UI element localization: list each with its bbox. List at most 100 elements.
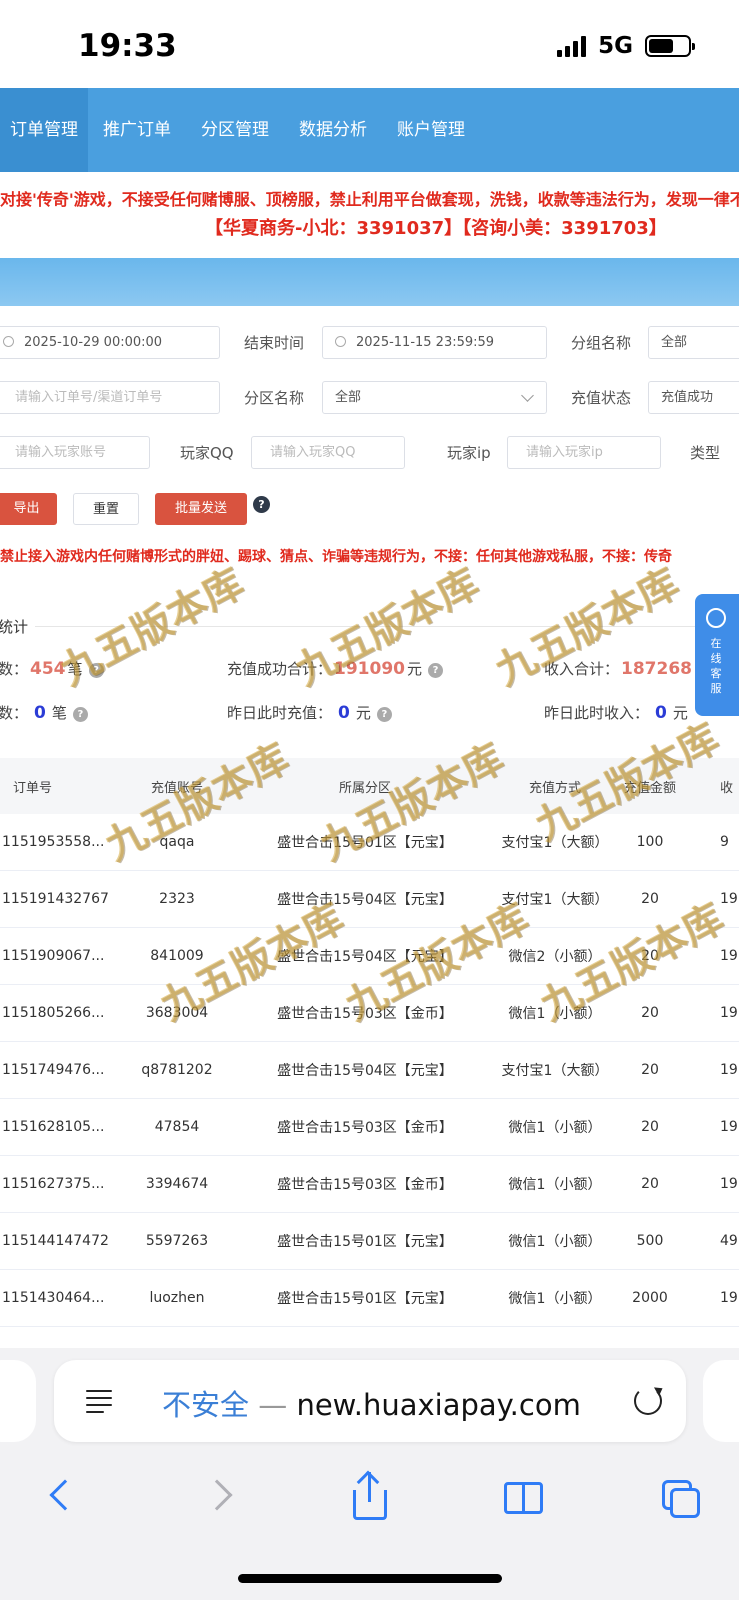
amount-cell: 500 (636, 1233, 664, 1249)
nav-item-promo-orders[interactable]: 推广订单 (88, 88, 186, 172)
zone-cell: 盛世合击15号01区【元宝】 (277, 835, 453, 851)
browser-address-area: 不安全 — new.huaxiapay.com (0, 1348, 739, 1452)
share-button[interactable] (345, 1470, 395, 1522)
account-cell: 3683004 (145, 1005, 209, 1021)
signal-icon (557, 35, 587, 57)
stat-yesterday-recharge: 昨日此时充值： 0 元? (227, 702, 392, 723)
zone-cell: 盛世合击15号04区【元宝】 (277, 892, 453, 908)
income-cell: 19 (720, 1119, 738, 1135)
order-number-cell: 1151627375... (2, 1176, 105, 1192)
column-header[interactable]: 充值账号 (112, 758, 242, 814)
reload-icon[interactable] (634, 1387, 662, 1415)
help-icon[interactable]: ? (428, 663, 444, 678)
qq-label: 玩家QQ (180, 444, 234, 462)
table-row[interactable]: 115144147472 5597263 盛世合击15号01区【元宝】 微信1（小额）… (0, 1213, 739, 1270)
reset-button[interactable]: 重置 (73, 493, 139, 525)
income-cell: 49 (720, 1233, 738, 1249)
income-cell: 9 (720, 834, 729, 850)
ip-label: 玩家ip (447, 444, 491, 462)
contact-text: 【华夏商务-小北：3391037】【咨询小美：3391703】 (205, 218, 667, 239)
column-header[interactable]: 充值金额 (600, 758, 700, 814)
ip-input[interactable]: 请输入玩家ip (507, 436, 661, 469)
order-number-cell: 1151805266... (2, 1005, 105, 1021)
amount-cell: 20 (641, 1119, 659, 1135)
table-row[interactable]: 1151909067... 841009 盛世合击15号04区【元宝】 微信2（小额）… (0, 928, 739, 985)
zone-select[interactable]: 全部 (322, 381, 547, 414)
table-header: 订单号 充值账号 所属分区 充值方式 充值金额 收 (0, 758, 739, 814)
player-account-input[interactable]: 请输入玩家账号 (0, 436, 150, 469)
stat-yesterday-income: 昨日此时收入： 0 元 (544, 703, 688, 723)
status-select[interactable]: 充值成功 (648, 381, 739, 414)
table-row[interactable]: 115191432767 2323 盛世合击15号04区【元宝】 支付宝1（大额） 20… (0, 871, 739, 928)
top-nav: 订单管理 推广订单 分区管理 数据分析 账户管理 (0, 88, 739, 172)
stat-order-count: 数： 454 笔? (0, 658, 104, 679)
account-cell: 47854 (154, 1119, 200, 1135)
group-select[interactable]: 全部 (648, 326, 739, 359)
help-icon[interactable]: ? (72, 707, 88, 722)
column-header[interactable]: 订单号 (0, 758, 112, 814)
batch-send-button[interactable]: 批量发送 (155, 493, 247, 525)
stat-income-total: 收入合计： 187268 (544, 659, 692, 679)
bookmarks-button[interactable] (500, 1472, 550, 1522)
notice-banner: 对接'传奇'游戏，不接受任何赌博服、顶榜服，禁止利用平台做套现，洗钱，收款等违法… (0, 172, 739, 258)
clock-icon (335, 336, 346, 347)
clock-icon (3, 336, 14, 347)
account-cell: 5597263 (145, 1233, 209, 1249)
header-band (0, 258, 739, 306)
forward-button[interactable] (198, 1472, 248, 1522)
qq-input[interactable]: 请输入玩家QQ (251, 436, 405, 469)
table-row[interactable]: 1151627375... 3394674 盛世合击15号03区【金币】 微信1（小额… (0, 1156, 739, 1213)
status-indicators: 5G (557, 33, 695, 59)
nav-item-orders[interactable]: 订单管理 (0, 88, 88, 172)
help-icon[interactable]: ? (253, 496, 270, 513)
column-header[interactable]: 所属分区 (250, 758, 480, 814)
order-number-input[interactable]: 请输入订单号/渠道订单号 (0, 381, 220, 414)
amount-cell: 20 (641, 1062, 659, 1078)
nav-item-analytics[interactable]: 数据分析 (284, 88, 382, 172)
back-button[interactable] (40, 1472, 90, 1522)
amount-cell: 20 (641, 1005, 659, 1021)
amount-cell: 2000 (632, 1290, 668, 1306)
amount-cell: 20 (641, 1176, 659, 1192)
income-cell: 19 (720, 1062, 738, 1078)
chevron-right-icon (201, 1479, 233, 1511)
table-row[interactable]: 1151628105... 47854 盛世合击15号03区【金币】 微信1（小额） 2… (0, 1099, 739, 1156)
tabs-button[interactable] (656, 1472, 706, 1522)
address-text: 不安全 — new.huaxiapay.com (162, 1388, 581, 1422)
book-icon (504, 1482, 546, 1514)
previous-tab-preview[interactable] (0, 1360, 36, 1442)
home-indicator (238, 1574, 502, 1583)
status-bar: 19:33 5G (0, 0, 739, 88)
export-button[interactable]: 导出 (0, 493, 57, 525)
online-service-label: 在线客服 (710, 637, 722, 695)
account-cell: luozhen (149, 1290, 205, 1306)
rules-warning: 禁止接入游戏内任何赌博形式的胖妞、踢球、猜点、诈骗等违规行为，不接：任何其他游戏… (0, 549, 672, 565)
table-row[interactable]: 1151805266... 3683004 盛世合击15号03区【金币】 微信1（小额… (0, 985, 739, 1042)
page-menu-icon[interactable] (86, 1387, 114, 1415)
battery-icon (645, 35, 695, 57)
zone-label: 分区名称 (244, 389, 305, 407)
amount-cell: 20 (641, 891, 659, 907)
table-row[interactable]: 1151430464... luozhen 盛世合击15号01区【元宝】 微信1（小额… (0, 1270, 739, 1327)
filter-panel: 2025-10-29 00:00:00 结束时间 2025-11-15 23:5… (0, 306, 739, 556)
nav-item-zones[interactable]: 分区管理 (186, 88, 284, 172)
table-row[interactable]: 1151749476... q8781202 盛世合击15号04区【元宝】 支付宝1（… (0, 1042, 739, 1099)
column-header[interactable]: 收 (720, 758, 739, 814)
address-bar[interactable]: 不安全 — new.huaxiapay.com (54, 1360, 686, 1442)
status-label: 充值状态 (571, 389, 632, 407)
online-service-button[interactable]: 在线客服 (695, 594, 739, 716)
order-number-cell: 1151430464... (2, 1290, 105, 1306)
help-icon[interactable]: ? (88, 663, 104, 678)
income-cell: 19 (720, 948, 738, 964)
next-tab-preview[interactable] (703, 1360, 739, 1442)
end-time-input[interactable]: 2025-11-15 23:59:59 (322, 326, 547, 359)
table-row[interactable]: 1151953558... qaqa 盛世合击15号01区【元宝】 支付宝1（大额） 1… (0, 814, 739, 871)
income-cell: 19 (720, 891, 738, 907)
stat-success-total: 充值成功合计： 191090 元? (227, 658, 444, 679)
start-time-input[interactable]: 2025-10-29 00:00:00 (0, 326, 220, 359)
order-number-cell: 115144147472 (2, 1233, 109, 1249)
income-cell: 19 (720, 1005, 738, 1021)
nav-item-account[interactable]: 账户管理 (382, 88, 480, 172)
help-icon[interactable]: ? (376, 707, 392, 722)
income-cell: 19 (720, 1176, 738, 1192)
